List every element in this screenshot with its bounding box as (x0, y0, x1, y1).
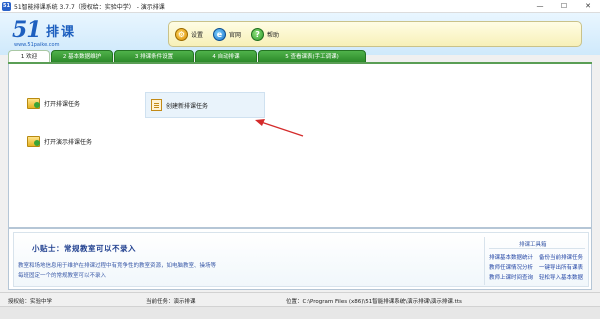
link-export-timetables[interactable]: 一键导出所有课表 (539, 263, 583, 271)
status-bar: 授权给：实验中学 当前任务：演示排课 位置：C:\Program Files (… (0, 292, 600, 306)
tips-line-2: 每班固定一个的常规教室可以不录入 (18, 273, 107, 279)
maximize-button[interactable]: ☐ (552, 0, 576, 13)
toolbox: 排课工具箱 排课基本数据统计 备份当前排课任务 教师任课情况分析 一键导出所有课… (484, 237, 586, 285)
tips-box: 小贴士：常规教室可以不录入 教室和场地信息用于维护在排课过程中有竞争性的教室资源… (13, 232, 589, 287)
link-import-data[interactable]: 轻松导入基本数据 (539, 273, 583, 281)
link-backup-task[interactable]: 备份当前排课任务 (539, 253, 583, 261)
toolbar: ⚙ 设置 e 官网 ? 帮助 (168, 21, 582, 47)
bottom-strip (0, 306, 600, 319)
link-teacher-analysis[interactable]: 教师任课情况分析 (489, 263, 533, 271)
app-header: 51 排课 www.51paike.com ⚙ 设置 e 官网 ? 帮助 (0, 13, 600, 55)
link-teacher-time-query[interactable]: 教师上课时间查询 (489, 273, 533, 281)
help-button[interactable]: ? 帮助 (251, 27, 280, 41)
help-label: 帮助 (267, 31, 280, 39)
window-controls: — ☐ ✕ (528, 0, 600, 13)
settings-label: 设置 (191, 31, 204, 39)
tips-title: 小贴士：常规教室可以不录入 (32, 244, 136, 253)
toolbox-divider (489, 248, 585, 249)
status-location: 位置：C:\Program Files (x86)\51智能排课系统\演示排课\… (286, 299, 462, 305)
toolbox-title: 排课工具箱 (519, 242, 547, 248)
settings-button[interactable]: ⚙ 设置 (175, 27, 204, 41)
app-icon: 51 (2, 1, 11, 11)
logo-text: 排课 (46, 25, 77, 40)
window-title: 51智能排课系统 3.7.7（授权给：实验中学） - 演示排课 (14, 3, 165, 11)
logo: 51 排课 www.51paike.com (12, 18, 94, 50)
red-arrow-annotation (255, 119, 304, 137)
globe-icon: e (213, 27, 227, 41)
link-data-statistics[interactable]: 排课基本数据统计 (489, 253, 533, 261)
logo-number: 51 (12, 17, 42, 43)
welcome-panel: 打开排课任务 创建新排课任务 打开演示排课任务 (8, 64, 592, 228)
minimize-button[interactable]: — (528, 0, 552, 13)
help-icon: ? (251, 27, 265, 41)
gear-icon: ⚙ (175, 27, 188, 41)
status-current-task: 当前任务：演示排课 (146, 299, 196, 305)
tips-line-1: 教室和场地信息用于维护在排课过程中有竞争性的教室资源，如电脑教室、操场等 (18, 263, 217, 269)
title-bar: 51 51智能排课系统 3.7.7（授权给：实验中学） - 演示排课 — ☐ ✕ (0, 0, 600, 13)
website-button[interactable]: e 官网 (213, 27, 242, 41)
tips-panel: 小贴士：常规教室可以不录入 教室和场地信息用于维护在排课过程中有竞争性的教室资源… (8, 228, 592, 290)
website-label: 官网 (229, 31, 242, 39)
logo-url: www.51paike.com (14, 42, 60, 48)
close-button[interactable]: ✕ (576, 0, 600, 13)
status-licensee: 授权给：实验中学 (8, 299, 53, 305)
